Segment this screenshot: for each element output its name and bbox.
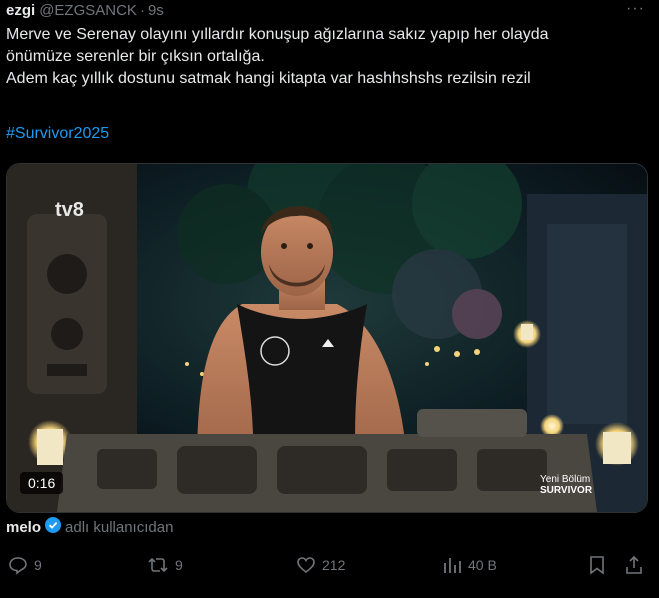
reply-icon: [9, 557, 27, 575]
tweet-line: önümüze serenler bir çıksın ortalığa.: [6, 48, 265, 65]
ribbon-line2: SURVIVOR: [540, 485, 593, 496]
repost-count: 9: [175, 557, 183, 573]
like-count: 212: [322, 557, 346, 573]
separator-dot: ·: [139, 1, 145, 19]
repost-button[interactable]: 9: [147, 555, 183, 575]
tweet-line: Merve ve Serenay olayını yıllardır konuş…: [6, 26, 549, 43]
attribution-name[interactable]: melo: [6, 519, 41, 536]
timestamp[interactable]: 9s: [148, 2, 164, 19]
share-button[interactable]: [624, 555, 650, 575]
hashtag-link[interactable]: #Survivor2025: [6, 125, 109, 143]
more-options-icon[interactable]: ···: [626, 0, 645, 18]
program-ribbon: Yeni Bölüm SURVIVOR: [540, 474, 592, 496]
views-button[interactable]: 40 B: [442, 555, 497, 575]
bookmark-icon: [590, 556, 604, 575]
video-player[interactable]: tv8: [6, 163, 648, 513]
heart-icon: [297, 557, 315, 574]
channel-logo-text: tv8: [55, 199, 84, 221]
share-icon: [626, 555, 642, 574]
video-frame: tv8: [7, 164, 647, 512]
action-bar: 9 9 212 40 B: [0, 555, 659, 579]
bookmark-button[interactable]: [588, 555, 612, 575]
tweet-line: Adem kaç yıllık dostunu satmak hangi kit…: [6, 70, 531, 87]
repost-icon: [148, 557, 168, 573]
views-count: 40 B: [468, 557, 497, 573]
tv8-logo: tv8: [55, 199, 84, 221]
display-name[interactable]: ezgi: [6, 2, 35, 19]
reply-count: 9: [34, 557, 42, 573]
attribution-suffix: adlı kullanıcıdan: [65, 518, 174, 536]
reply-button[interactable]: 9: [8, 555, 42, 575]
tweet-text: Merve ve Serenay olayını yıllardır konuş…: [6, 24, 646, 90]
handle[interactable]: @EZGSANCK: [39, 2, 137, 19]
ribbon-line1: Yeni Bölüm: [540, 474, 591, 485]
verified-badge-icon: [45, 517, 62, 537]
media-attribution[interactable]: melo adlı kullanıcıdan: [6, 517, 173, 537]
tweet-header: ezgi @EZGSANCK · 9s: [6, 0, 164, 20]
video-duration: 0:16: [20, 472, 64, 494]
like-button[interactable]: 212: [296, 555, 345, 575]
views-icon: [444, 558, 461, 573]
